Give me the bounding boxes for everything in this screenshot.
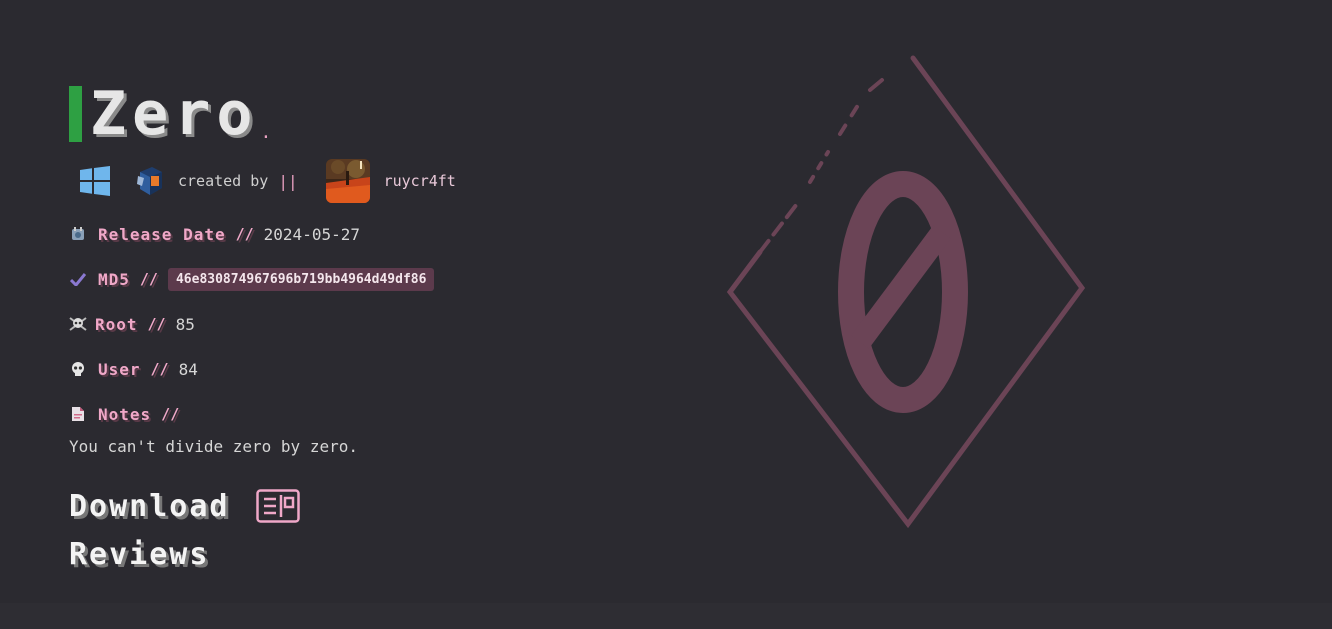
calendar-icon: [69, 225, 87, 243]
windows-icon: [80, 166, 110, 196]
root-field: Root // 85: [69, 309, 689, 339]
author-avatar[interactable]: [325, 159, 370, 203]
user-label: User: [98, 359, 141, 379]
notes-text: You can't divide zero by zero.: [69, 437, 358, 456]
page-title: Zero: [90, 79, 259, 149]
root-sep: //: [147, 315, 166, 333]
md5-field: MD5 // 46e830874967696b719bb4964d49df86: [69, 264, 689, 294]
created-by-label: created by: [178, 172, 269, 190]
reviews-link[interactable]: Reviews: [69, 537, 209, 572]
user-sep: //: [150, 360, 169, 378]
skull-icon: [69, 360, 87, 378]
meta-row: created by || ruycr4ft: [69, 158, 689, 204]
md5-sep: //: [139, 270, 158, 288]
root-label: Root: [95, 314, 138, 334]
md5-label: MD5: [98, 269, 130, 289]
machine-info: Zero . created by || ruycr4ft Release Da…: [69, 84, 689, 574]
title-row: Zero .: [69, 79, 689, 149]
user-field: User // 84: [69, 354, 689, 384]
release-date-label: Release Date: [98, 224, 226, 244]
notes-sep: //: [161, 405, 180, 423]
root-value: 85: [175, 314, 195, 334]
download-card-icon[interactable]: [255, 489, 300, 523]
release-date-field: Release Date // 2024-05-27: [69, 219, 689, 249]
title-accent-bar: [69, 86, 82, 142]
author-name-link[interactable]: ruycr4ft: [384, 172, 456, 190]
footer-strip: [0, 603, 1332, 629]
user-value: 84: [178, 359, 198, 379]
title-dot: .: [260, 122, 272, 143]
notes-field: Notes //: [69, 399, 689, 429]
download-row: Download: [69, 486, 689, 526]
release-date-value: 2024-05-27: [263, 224, 360, 244]
virtualbox-icon: [137, 167, 162, 195]
check-icon: [69, 270, 87, 288]
release-date-sep: //: [235, 225, 254, 243]
created-by-separator: ||: [278, 171, 298, 191]
reviews-row: Reviews: [69, 534, 689, 574]
md5-hash-value[interactable]: 46e830874967696b719bb4964d49df86: [167, 267, 435, 291]
zero-logo-icon: [726, 55, 1086, 529]
download-link[interactable]: Download: [69, 489, 230, 524]
skull-crossbones-icon: [69, 315, 87, 333]
notes-label: Notes: [98, 404, 152, 424]
note-icon: [69, 405, 87, 423]
